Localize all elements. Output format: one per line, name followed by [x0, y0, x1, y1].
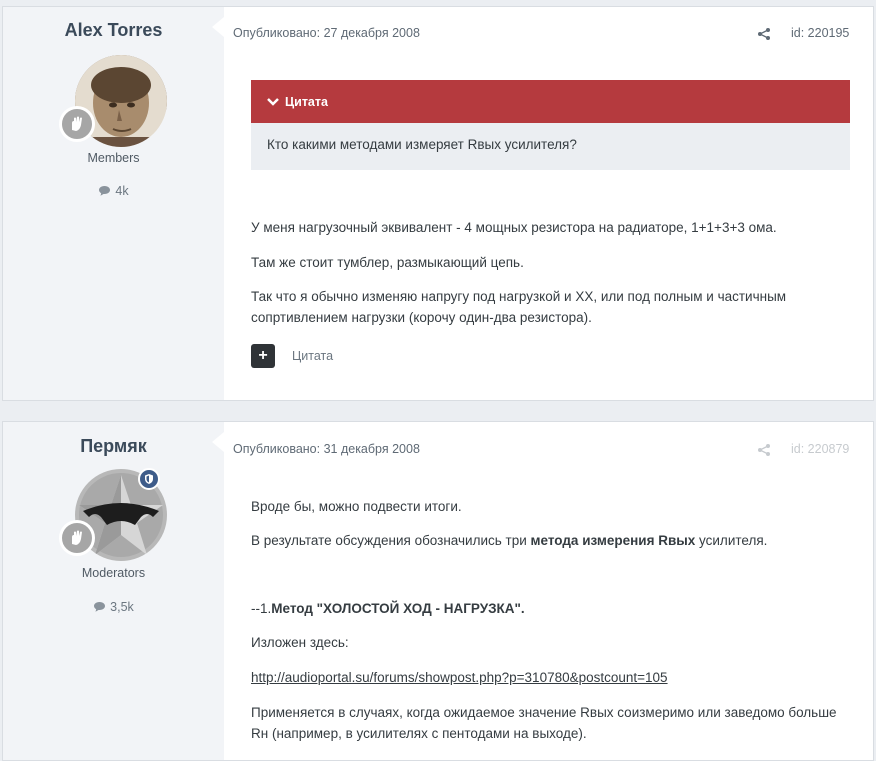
published-date[interactable]: Опубликовано: 27 декабря 2008: [233, 26, 420, 40]
moderator-shield-icon: [138, 468, 160, 490]
post-id[interactable]: id: 220879: [791, 442, 849, 456]
post-count-value: 3,5k: [110, 600, 134, 614]
post-count: 3,5k: [3, 600, 224, 614]
external-link[interactable]: http://audioportal.su/forums/showpost.ph…: [251, 670, 668, 685]
post-paragraph: Изложен здесь:: [251, 635, 349, 650]
post-link-paragraph: http://audioportal.su/forums/showpost.ph…: [251, 667, 851, 688]
post-paragraph: Применяется в случаях, когда ожидаемое з…: [251, 705, 837, 741]
published-date[interactable]: Опубликовано: 31 декабря 2008: [233, 442, 420, 456]
author-panel: Пермяк Moderators 3,5k: [3, 422, 224, 760]
share-icon[interactable]: [757, 27, 771, 41]
author-name[interactable]: Alex Torres: [3, 20, 224, 41]
post-220195: Alex Torres Members 4k Опубликовано: 27 …: [2, 6, 874, 401]
post-paragraph: У меня нагрузочный эквивалент - 4 мощных…: [251, 220, 777, 235]
chevron-down-icon: [267, 97, 279, 106]
post-id[interactable]: id: 220195: [791, 26, 849, 40]
rank-badge-icon: [59, 106, 95, 142]
author-panel: Alex Torres Members 4k: [3, 7, 224, 400]
post-count-value: 4k: [115, 184, 129, 198]
author-group: Moderators: [81, 566, 146, 580]
post-paragraph: Там же стоит тумблер, размыкающий цепь.: [251, 255, 524, 270]
quote-header[interactable]: Цитата: [251, 80, 850, 123]
quote-text: Кто какими методами измеряет Rвых усилит…: [267, 137, 577, 152]
share-icon[interactable]: [757, 443, 771, 457]
multiquote-add-button[interactable]: +: [251, 344, 275, 368]
author-arrow: [212, 432, 224, 452]
comment-icon: [94, 602, 106, 612]
author-name[interactable]: Пермяк: [3, 436, 224, 457]
author-group: Members: [87, 151, 140, 165]
comment-icon: [99, 186, 111, 196]
quote-button[interactable]: Цитата: [292, 349, 333, 363]
rank-badge-icon: [59, 520, 95, 556]
post-paragraph: --1.Метод "ХОЛОСТОЙ ХОД - НАГРУЗКА".: [251, 601, 525, 616]
post-paragraph: Вроде бы, можно подвести итоги.: [251, 499, 462, 514]
post-paragraph: Так что я обычно изменяю напругу под наг…: [251, 289, 787, 325]
post-220879: Пермяк Moderators 3,5k Опубликовано: 31 …: [2, 421, 874, 761]
quote-block: Цитата Кто какими методами измеряет Rвых…: [251, 80, 850, 170]
author-arrow: [212, 17, 224, 37]
post-count: 4k: [3, 184, 224, 198]
post-paragraph: В результате обсуждения обозначились три…: [251, 533, 768, 548]
quote-label: Цитата: [285, 94, 328, 109]
